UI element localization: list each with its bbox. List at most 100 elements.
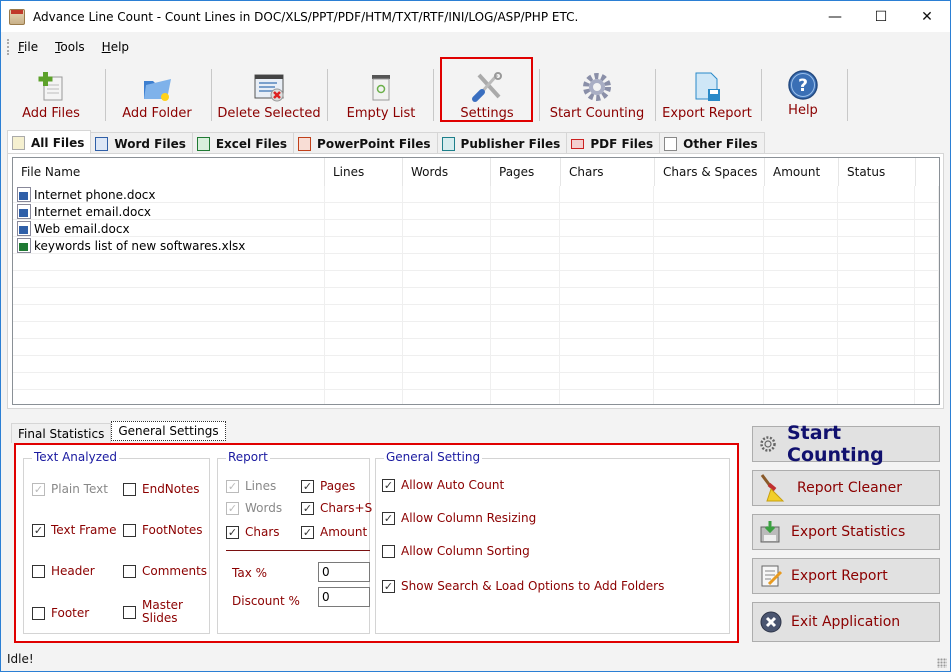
empty-cell	[560, 322, 655, 339]
footer-checkbox[interactable]: Footer	[32, 606, 89, 620]
show-search-load-options-checkbox[interactable]: ✓ Show Search & Load Options to Add Folde…	[382, 579, 664, 593]
general-settings-panel: Text Analyzed ✓ Plain Text EndNotes ✓ Text…	[14, 443, 739, 643]
menu-file[interactable]: File	[18, 40, 38, 54]
empty-cell	[915, 288, 939, 305]
general-setting-title: General Setting	[384, 450, 483, 464]
table-row[interactable]: keywords list of new softwares.xlsx	[13, 237, 939, 254]
amount-checkbox[interactable]: ✓ Amount	[301, 525, 367, 539]
tab-final-statistics[interactable]: Final Statistics	[11, 423, 112, 443]
export-statistics-icon	[759, 520, 783, 544]
text-analyzed-group: Text Analyzed ✓ Plain Text EndNotes ✓ Text…	[23, 450, 210, 634]
file-list[interactable]: File Name Lines Words Pages Chars Chars …	[12, 157, 940, 405]
tab-publisher-files[interactable]: Publisher Files	[436, 132, 568, 154]
menu-help[interactable]: Help	[102, 40, 129, 54]
start-counting-big-button[interactable]: Start Counting	[752, 422, 940, 466]
menu-tools[interactable]: Tools	[55, 40, 85, 54]
checkmark-icon: ✓	[226, 525, 239, 539]
menu-help-accel: H	[101, 40, 111, 54]
allow-column-resizing-checkbox[interactable]: ✓ Allow Column Resizing	[382, 511, 536, 525]
menu-help-rest: elp	[110, 40, 130, 54]
checkmark-icon: ✓	[301, 479, 314, 493]
toolbar-separator	[539, 69, 540, 121]
empty-cell	[654, 288, 765, 305]
column-chars-spaces[interactable]: Chars & Spaces	[655, 158, 765, 186]
report-cleaner-button[interactable]: Report Cleaner	[752, 470, 940, 506]
help-button[interactable]: ? Help	[769, 63, 837, 123]
column-status[interactable]: Status	[839, 158, 916, 186]
column-words[interactable]: Words	[403, 158, 491, 186]
menu-grip[interactable]	[7, 39, 10, 55]
tab-all-files[interactable]: All Files	[7, 130, 92, 154]
add-files-button[interactable]: Add Files	[15, 63, 87, 123]
plain-text-checkbox[interactable]: ✓ Plain Text	[32, 482, 108, 496]
settings-button[interactable]: Settings	[447, 63, 527, 123]
column-chars[interactable]: Chars	[561, 158, 655, 186]
empty-cell	[403, 271, 491, 288]
allow-column-sorting-checkbox[interactable]: Allow Column Sorting	[382, 544, 530, 558]
tax-input[interactable]: 0	[318, 562, 370, 582]
empty-cell	[654, 373, 765, 390]
master-slides-checkbox[interactable]: Master Slides	[123, 599, 183, 625]
header-checkbox[interactable]: Header	[32, 564, 95, 578]
cell-pages	[491, 237, 561, 254]
column-lines[interactable]: Lines	[325, 158, 403, 186]
table-row[interactable]: Web email.docx	[13, 220, 939, 237]
close-button[interactable]: ✕	[904, 1, 950, 32]
exit-application-button[interactable]: Exit Application	[752, 602, 940, 642]
tab-powerpoint-files[interactable]: PowerPoint Files	[293, 132, 438, 154]
tab-other-files[interactable]: Other Files	[659, 132, 765, 154]
checkbox-empty-icon	[123, 605, 136, 619]
pages-checkbox[interactable]: ✓ Pages	[301, 479, 355, 493]
discount-input[interactable]: 0	[318, 587, 370, 607]
checkbox-empty-icon	[382, 544, 395, 558]
column-pages[interactable]: Pages	[491, 158, 561, 186]
table-row	[13, 373, 939, 390]
comments-checkbox[interactable]: Comments	[123, 564, 207, 578]
text-frame-checkbox[interactable]: ✓ Text Frame	[32, 523, 116, 537]
chars-spaces-checkbox[interactable]: ✓ Chars+S	[301, 501, 372, 515]
empty-cell	[838, 271, 916, 288]
checkmark-icon: ✓	[226, 501, 239, 515]
empty-cell	[764, 390, 839, 404]
gear-icon	[759, 435, 777, 453]
file-list-header: File Name Lines Words Pages Chars Chars …	[13, 158, 939, 186]
toolbar-separator	[655, 69, 656, 121]
start-counting-button[interactable]: Start Counting	[546, 63, 648, 123]
tab-word-files[interactable]: Word Files	[90, 132, 193, 154]
tab-excel-files[interactable]: Excel Files	[191, 132, 295, 154]
allow-auto-count-checkbox[interactable]: ✓ Allow Auto Count	[382, 478, 504, 492]
lines-checkbox[interactable]: ✓ Lines	[226, 479, 276, 493]
title-bar: Advance Line Count - Count Lines in DOC/…	[1, 1, 950, 32]
table-row	[13, 271, 939, 288]
words-checkbox[interactable]: ✓ Words	[226, 501, 282, 515]
chars-checkbox[interactable]: ✓ Chars	[226, 525, 280, 539]
export-report-side-button[interactable]: Export Report	[752, 558, 940, 594]
resize-grip[interactable]	[937, 658, 947, 668]
empty-cell	[325, 322, 403, 339]
add-folder-button[interactable]: Add Folder	[117, 63, 197, 123]
footnotes-checkbox[interactable]: FootNotes	[123, 523, 203, 537]
export-report-button[interactable]: Export Report	[659, 63, 755, 123]
add-files-label: Add Files	[22, 106, 80, 121]
word-icon	[95, 136, 109, 151]
delete-selected-button[interactable]: Delete Selected	[216, 63, 322, 123]
tab-pdf-files[interactable]: PDF Files	[566, 132, 661, 154]
empty-cell	[13, 356, 325, 373]
file-type-tabs: All Files Word Files Excel Files PowerPo…	[7, 130, 765, 154]
maximize-button[interactable]: ☐	[858, 1, 904, 32]
edit-document-icon	[12, 135, 25, 150]
column-amount[interactable]: Amount	[765, 158, 839, 186]
empty-cell	[838, 356, 916, 373]
column-file-name[interactable]: File Name	[13, 158, 325, 186]
maximize-icon: ☐	[874, 8, 888, 25]
endnotes-label: EndNotes	[142, 482, 200, 496]
endnotes-checkbox[interactable]: EndNotes	[123, 482, 199, 496]
cell-words	[403, 186, 491, 203]
export-statistics-button[interactable]: Export Statistics	[752, 514, 940, 550]
tab-general-settings[interactable]: General Settings	[111, 421, 226, 441]
table-row[interactable]: Internet email.docx	[13, 203, 939, 220]
empty-cell	[838, 390, 916, 404]
table-row[interactable]: Internet phone.docx	[13, 186, 939, 203]
minimize-button[interactable]: —	[812, 1, 858, 32]
empty-list-button[interactable]: Empty List	[341, 63, 421, 123]
